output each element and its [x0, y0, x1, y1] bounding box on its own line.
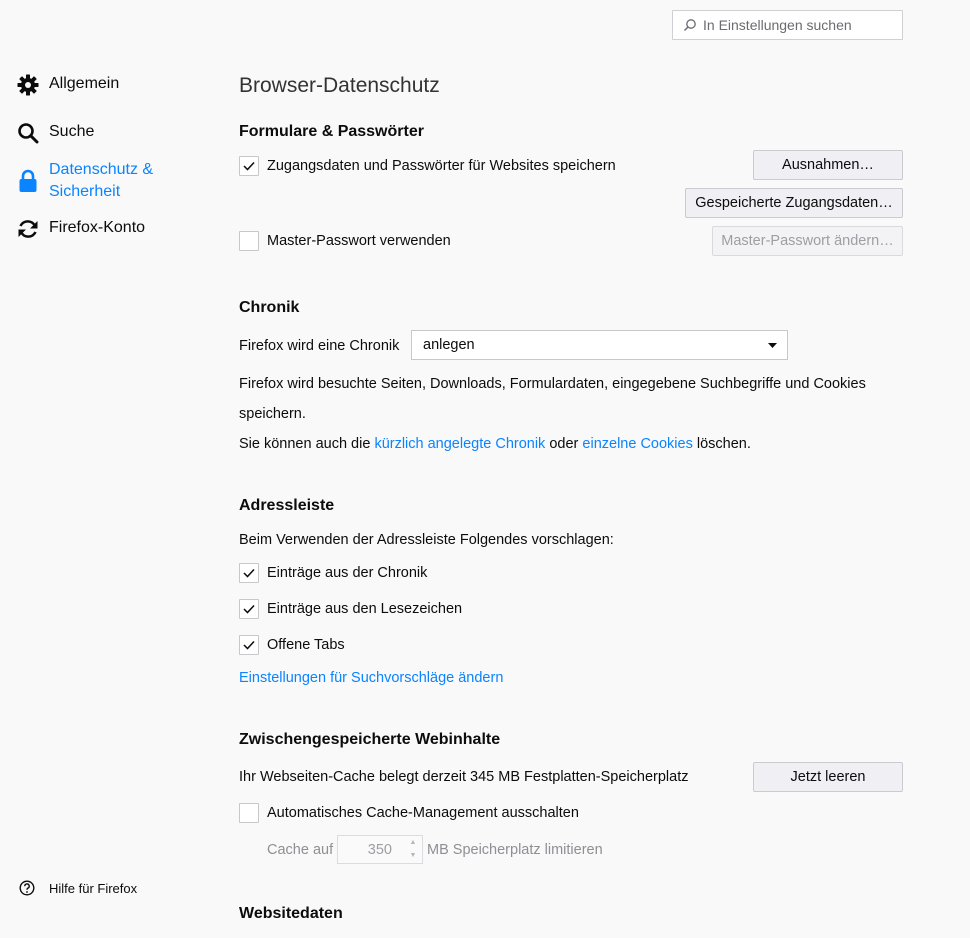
forms-section-title: Formulare & Passwörter: [239, 123, 424, 140]
history-clear-mid: oder: [545, 436, 583, 452]
sidebar-item-label-line1: Datenschutz &: [49, 161, 154, 178]
sidebar-item-label: Suche: [49, 123, 95, 140]
help-label: Hilfe für Firefox: [49, 880, 138, 896]
cache-limit-prefix: Cache auf: [267, 842, 334, 858]
sidebar-item-search[interactable]: Suche: [16, 121, 94, 145]
save-logins-label: Zugangsdaten und Passwörter für Websites…: [267, 158, 616, 174]
gear-icon: [16, 73, 40, 97]
history-clear-text: Sie können auch die kürzlich angelegte C…: [239, 436, 751, 452]
history-section-title: Chronik: [239, 299, 300, 316]
suggest-bookmarks-checkbox-row[interactable]: Einträge aus den Lesezeichen: [239, 599, 462, 619]
dropdown-arrow-icon: [768, 342, 777, 348]
help-icon: [19, 880, 35, 896]
page-title: Browser-Datenschutz: [239, 74, 440, 97]
master-password-checkbox-row[interactable]: Master-Passwort verwenden: [239, 231, 451, 251]
master-password-checkbox[interactable]: [239, 231, 259, 251]
search-icon: [16, 121, 40, 145]
search-icon: [684, 19, 696, 31]
sidebar-item-label: Firefox-Konto: [49, 219, 146, 236]
check-icon: [243, 604, 255, 614]
cache-size-value: 350: [367, 841, 392, 858]
lock-icon: [16, 169, 40, 193]
history-mode-value: anlegen: [423, 337, 475, 353]
exceptions-button[interactable]: Ausnahmen…: [753, 150, 903, 180]
sidebar-item-label: Allgemein: [49, 75, 120, 92]
history-mode-select[interactable]: anlegen: [411, 330, 788, 360]
help-link[interactable]: Hilfe für Firefox: [19, 880, 137, 896]
sidebar-item-general[interactable]: Allgemein: [16, 73, 119, 97]
check-icon: [243, 640, 255, 650]
check-icon: [243, 161, 255, 171]
suggest-history-checkbox[interactable]: [239, 563, 259, 583]
save-logins-checkbox-row[interactable]: Zugangsdaten und Passwörter für Websites…: [239, 156, 616, 176]
change-master-password-button[interactable]: Master-Passwort ändern…: [712, 226, 903, 256]
cache-size-input[interactable]: 350 ▲ ▼: [337, 835, 423, 864]
sidebar-item-label: Datenschutz & Sicherheit: [49, 159, 153, 203]
spin-down-icon[interactable]: ▼: [406, 851, 420, 861]
suggest-bookmarks-checkbox[interactable]: [239, 599, 259, 619]
suggest-open-tabs-label: Offene Tabs: [267, 637, 345, 653]
clear-recent-history-link[interactable]: kürzlich angelegte Chronik: [374, 436, 545, 452]
suggest-open-tabs-checkbox[interactable]: [239, 635, 259, 655]
suggest-history-checkbox-row[interactable]: Einträge aus der Chronik: [239, 563, 427, 583]
settings-search-input[interactable]: In Einstellungen suchen: [672, 10, 903, 40]
addressbar-section-title: Adressleiste: [239, 497, 335, 514]
suggest-history-label: Einträge aus der Chronik: [267, 565, 428, 581]
spin-up-icon[interactable]: ▲: [406, 838, 420, 848]
clear-cache-button[interactable]: Jetzt leeren: [753, 762, 903, 792]
history-description-line1: Firefox wird besuchte Seiten, Downloads,…: [239, 376, 866, 392]
suggest-open-tabs-checkbox-row[interactable]: Offene Tabs: [239, 635, 345, 655]
sidebar-item-firefox-account[interactable]: Firefox-Konto: [16, 217, 145, 241]
sidebar-item-privacy[interactable]: Datenschutz & Sicherheit: [16, 159, 153, 203]
sitedata-section-title: Websitedaten: [239, 905, 343, 922]
save-logins-checkbox[interactable]: [239, 156, 259, 176]
individual-cookies-link[interactable]: einzelne Cookies: [582, 436, 692, 452]
check-icon: [243, 568, 255, 578]
addressbar-intro: Beim Verwenden der Adressleiste Folgende…: [239, 532, 614, 548]
search-suggestions-settings-link[interactable]: Einstellungen für Suchvorschläge ändern: [239, 670, 503, 686]
master-password-label: Master-Passwort verwenden: [267, 233, 451, 249]
cache-override-checkbox-row[interactable]: Automatisches Cache-Management ausschalt…: [239, 803, 579, 823]
sidebar-item-label-line2: Sicherheit: [49, 183, 121, 200]
suggest-bookmarks-label: Einträge aus den Lesezeichen: [267, 601, 463, 617]
sync-icon: [16, 217, 40, 241]
search-placeholder: In Einstellungen suchen: [703, 17, 852, 33]
cache-override-label: Automatisches Cache-Management ausschalt…: [267, 805, 579, 821]
history-mode-label: Firefox wird eine Chronik: [239, 338, 400, 354]
history-clear-prefix: Sie können auch die: [239, 436, 375, 452]
saved-logins-button[interactable]: Gespeicherte Zugangsdaten…: [685, 188, 903, 218]
cache-usage-text: Ihr Webseiten-Cache belegt derzeit 345 M…: [239, 769, 689, 785]
cache-override-checkbox[interactable]: [239, 803, 259, 823]
history-clear-suffix: löschen.: [692, 436, 751, 452]
cache-limit-suffix: MB Speicherplatz limitieren: [427, 842, 603, 858]
history-description-line2: speichern.: [239, 406, 306, 422]
cache-section-title: Zwischengespeicherte Webinhalte: [239, 731, 501, 748]
cache-size-spinner[interactable]: ▲ ▼: [406, 838, 420, 861]
